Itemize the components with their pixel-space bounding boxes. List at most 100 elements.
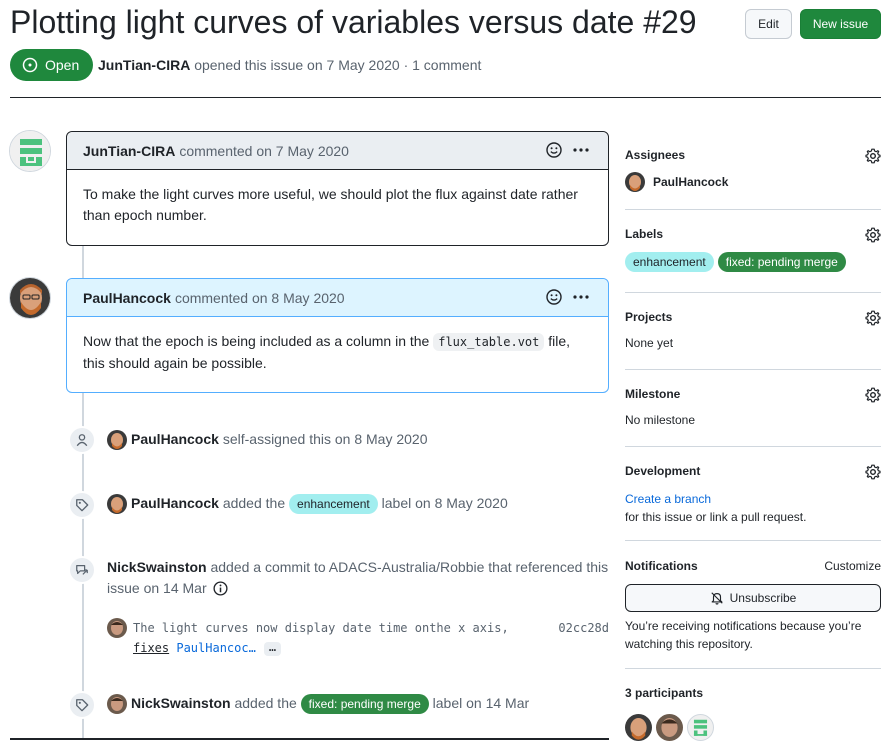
label-enhancement[interactable]: enhancement	[625, 252, 714, 272]
sidebar-divider	[625, 540, 881, 541]
event-actor[interactable]: PaulHancock	[131, 495, 219, 511]
commit-link[interactable]: PaulHancoc…	[176, 641, 255, 655]
event-text: added the	[222, 495, 286, 511]
commit-fixes[interactable]: fixes	[133, 641, 169, 655]
notifications-text: You’re receiving notifications because y…	[625, 619, 862, 651]
avatar[interactable]	[687, 714, 714, 741]
sidebar-divider	[625, 292, 881, 293]
status-badge: Open	[10, 49, 94, 81]
smiley-icon[interactable]	[546, 289, 562, 305]
avatar[interactable]	[625, 172, 645, 192]
gear-icon[interactable]	[865, 148, 881, 164]
sidebar-heading[interactable]: Labels	[625, 227, 881, 241]
inline-code: flux_table.vot	[433, 333, 545, 351]
bell-slash-icon	[710, 592, 723, 605]
timeline-badge	[68, 691, 96, 719]
tag-icon	[76, 699, 89, 712]
sidebar-divider	[625, 446, 881, 447]
issue-open-icon	[22, 57, 38, 73]
avatar[interactable]	[107, 494, 127, 515]
assignee-name[interactable]: PaulHancock	[653, 175, 728, 189]
timeline-badge	[68, 426, 96, 454]
timeline-badge	[68, 491, 96, 519]
avatar[interactable]	[107, 430, 127, 451]
commit-message[interactable]: The light curves now display date time o…	[133, 618, 513, 658]
commit-sha[interactable]: 02cc28d	[558, 618, 609, 638]
sidebar-projects: Projects	[625, 310, 881, 330]
kebab-horizontal-icon[interactable]	[572, 289, 590, 305]
sidebar-heading[interactable]: Development	[625, 464, 881, 478]
header-divider	[10, 97, 881, 98]
create-branch-link[interactable]: Create a branch	[625, 492, 711, 506]
smiley-icon[interactable]	[546, 142, 562, 158]
comment-header: PaulHancock commented on 8 May 2020	[67, 279, 608, 317]
event-text: label on 8 May 2020	[381, 495, 508, 511]
identicon-icon	[10, 131, 50, 171]
comment-date[interactable]: commented on 7 May 2020	[179, 143, 349, 159]
gear-icon[interactable]	[865, 310, 881, 326]
assignee-item[interactable]: PaulHancock	[625, 172, 881, 192]
sidebar-labels: Labels	[625, 227, 881, 247]
person-icon	[76, 434, 88, 447]
development-content: Create a branch for this issue or link a…	[625, 490, 881, 526]
sidebar-heading[interactable]: Milestone	[625, 387, 881, 401]
sidebar-development: Development	[625, 464, 881, 484]
event-actor[interactable]: NickSwainston	[131, 695, 231, 711]
avatar[interactable]	[625, 714, 652, 741]
projects-value: None yet	[625, 336, 674, 350]
label-pending-merge[interactable]: fixed: pending merge	[300, 694, 429, 715]
gear-icon[interactable]	[865, 464, 881, 480]
avatar[interactable]	[656, 714, 683, 741]
unsubscribe-button[interactable]: Unsubscribe	[625, 584, 881, 612]
comment-author[interactable]: JunTian-CIRA	[83, 143, 175, 159]
avatar[interactable]	[107, 618, 127, 638]
comment-text: Now that the epoch is being included as …	[83, 333, 430, 349]
label-pending-merge[interactable]: fixed: pending merge	[717, 252, 846, 272]
comment-author[interactable]: PaulHancock	[83, 290, 171, 306]
sidebar-heading[interactable]: Projects	[625, 310, 881, 324]
edit-button[interactable]: Edit	[745, 9, 792, 39]
sidebar-milestone: Milestone	[625, 387, 881, 407]
status-label: Open	[45, 57, 80, 73]
event-text: self-assigned this on 8 May 2020	[222, 431, 428, 447]
sidebar-assignees: Assignees	[625, 148, 881, 168]
label-enhancement[interactable]: enhancement	[289, 494, 378, 515]
gear-icon[interactable]	[865, 387, 881, 403]
timeline-event: PaulHancock added the enhancement label …	[107, 493, 508, 515]
sidebar-divider	[625, 668, 881, 669]
unsubscribe-label[interactable]: Unsubscribe	[730, 591, 797, 605]
participants-list	[625, 714, 881, 741]
comment-body: To make the light curves more useful, we…	[83, 186, 578, 223]
avatar[interactable]	[107, 694, 127, 715]
participants-heading: 3 participants	[625, 686, 704, 700]
comment-box: PaulHancock commented on 8 May 2020 Now …	[66, 278, 609, 393]
new-issue-button[interactable]: New issue	[800, 9, 881, 39]
development-text: for this issue or link a pull request.	[625, 510, 807, 524]
sidebar-divider	[625, 369, 881, 370]
issue-meta-text: opened this issue on 7 May 2020 · 1 comm…	[194, 57, 482, 73]
customize-link[interactable]: Customize	[824, 559, 881, 573]
info-icon[interactable]	[212, 581, 228, 596]
issue-author-link[interactable]: JunTian-CIRA	[98, 57, 190, 73]
event-text: added the	[234, 695, 297, 711]
comment-date[interactable]: commented on 8 May 2020	[175, 290, 345, 306]
comment-box: JunTian-CIRA commented on 7 May 2020 To …	[66, 131, 609, 246]
label-list: enhancement fixed: pending merge	[625, 252, 881, 272]
event-actor[interactable]: PaulHancock	[131, 431, 219, 447]
timeline-badge	[68, 556, 96, 584]
timeline-divider	[10, 738, 609, 740]
timeline-event: NickSwainston added a commit to ADACS-Au…	[107, 557, 612, 599]
issue-meta: JunTian-CIRA opened this issue on 7 May …	[98, 57, 481, 73]
event-text: label on 14 Mar	[432, 695, 530, 711]
milestone-value: No milestone	[625, 413, 696, 427]
sidebar-heading[interactable]: Assignees	[625, 148, 881, 162]
event-actor[interactable]: NickSwainston	[107, 559, 207, 575]
gear-icon[interactable]	[865, 227, 881, 243]
avatar[interactable]	[9, 277, 51, 319]
kebab-horizontal-icon[interactable]	[572, 142, 590, 158]
comment-body: Now that the epoch is being included as …	[67, 317, 608, 390]
expand-commit-button[interactable]: …	[263, 641, 282, 656]
avatar[interactable]	[9, 130, 51, 172]
commit-text[interactable]: The light curves now display date time o…	[133, 621, 509, 635]
sidebar-notifications: Notifications Customize	[625, 559, 881, 579]
